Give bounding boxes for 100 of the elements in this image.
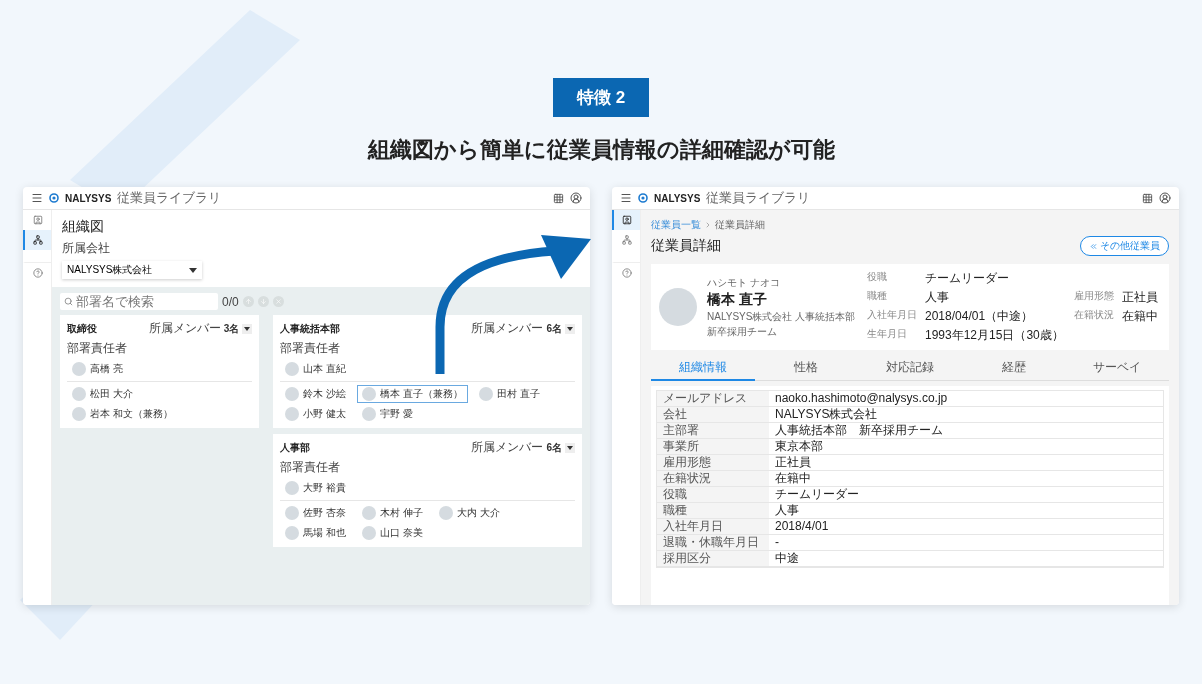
member-item[interactable]: 山口 奈美: [357, 524, 428, 542]
double-chevron-icon: [1089, 241, 1098, 251]
brand-name: NALYSYS: [65, 192, 112, 204]
row-value: 在籍中: [769, 471, 1163, 487]
field-value: 人事: [925, 289, 950, 306]
row-value: NALYSYS株式会社: [769, 407, 1163, 423]
member-item[interactable]: 鈴木 沙絵: [280, 385, 351, 403]
tab[interactable]: サーベイ: [1065, 356, 1169, 381]
member-item[interactable]: 佐野 杏奈: [280, 504, 351, 522]
field-value: 正社員: [1121, 289, 1158, 306]
member-item[interactable]: 松田 大介: [67, 385, 138, 403]
member-count: 6名: [546, 440, 562, 455]
row-label: 在籍状況: [657, 471, 769, 487]
help-icon: [622, 268, 632, 278]
expand-toggle[interactable]: [242, 323, 253, 334]
caret-icon: [567, 326, 573, 331]
member-item[interactable]: 木村 伸子: [357, 504, 428, 522]
avatar: [72, 387, 86, 401]
close-icon: [274, 298, 282, 305]
department-name: 人事部: [280, 440, 311, 455]
member-item[interactable]: 山本 直紀: [280, 360, 351, 378]
avatar: [72, 407, 86, 421]
logo-icon: [49, 193, 59, 203]
apps-grid-icon[interactable]: [1142, 192, 1153, 204]
expand-toggle[interactable]: [565, 442, 575, 453]
member-item[interactable]: 馬場 和也: [280, 524, 351, 542]
expand-toggle[interactable]: [565, 323, 575, 334]
member-item[interactable]: 宇野 愛: [357, 405, 418, 423]
row-value: 正社員: [769, 455, 1163, 471]
row-label: 雇用形態: [657, 455, 769, 471]
field-label: 在籍状況: [1073, 308, 1114, 322]
member-item[interactable]: 田村 直子: [473, 385, 545, 403]
other-employees-button[interactable]: その他従業員: [1080, 236, 1169, 256]
avatar: [362, 407, 376, 421]
employee-name: 橋本 直子: [707, 290, 768, 309]
member-item[interactable]: 橋本 直子（兼務）: [357, 385, 468, 403]
member-label: 所属メンバー: [471, 320, 544, 337]
field-value: 2018/04/01（中途）: [925, 308, 1035, 325]
row-value: 東京本部: [769, 439, 1163, 455]
arrow-down-icon: [259, 298, 267, 305]
member-item[interactable]: 大内 大介: [433, 504, 505, 522]
field-label: 雇用形態: [1073, 289, 1114, 303]
caret-icon: [567, 445, 573, 450]
user-icon[interactable]: [1159, 192, 1171, 204]
member-item[interactable]: 高橋 亮: [67, 360, 128, 378]
feature-badge: 特徴 2: [552, 78, 650, 117]
sidebar-item[interactable]: [23, 230, 51, 250]
row-label: 入社年月日: [657, 519, 769, 535]
row-label: メールアドレス: [657, 391, 769, 407]
leader-label: 部署責任者: [67, 340, 128, 357]
menu-icon[interactable]: [31, 192, 43, 204]
row-label: 役職: [657, 487, 769, 503]
field-label: 職種: [867, 289, 888, 303]
page-title: 組織図: [62, 218, 104, 236]
member-item[interactable]: 岩本 和文（兼務）: [67, 405, 178, 423]
row-value: 2018/4/01: [769, 519, 1163, 535]
department-name: 取締役: [67, 321, 97, 336]
avatar: [285, 506, 300, 520]
row-label: 職種: [657, 503, 769, 519]
field-label: 入社年月日: [867, 308, 917, 322]
row-value: 中途: [769, 551, 1163, 567]
tab[interactable]: 経歴: [961, 356, 1066, 381]
member-label: 所属メンバー: [148, 320, 221, 337]
member-count: 6名: [546, 321, 562, 336]
menu-icon[interactable]: [620, 192, 632, 204]
field-value: 在籍中: [1121, 308, 1158, 325]
team-name: 新卒採用チーム: [707, 324, 778, 339]
app-name: 従業員ライブラリ: [117, 189, 222, 207]
leader-label: 部署責任者: [280, 340, 342, 357]
search-icon: [64, 297, 73, 306]
name-kana: ハシモト ナオコ: [707, 275, 781, 290]
avatar: [362, 526, 376, 540]
user-icon[interactable]: [570, 192, 582, 204]
department-name: 人事統括本部: [280, 321, 341, 336]
company-select[interactable]: NALYSYS株式会社: [62, 261, 202, 279]
tab[interactable]: 性格: [754, 356, 859, 381]
affiliation: NALYSYS株式会社 人事統括本部: [707, 309, 857, 324]
headline: 組織図から簡単に従業員情報の詳細確認が可能: [367, 136, 835, 164]
avatar: [285, 362, 300, 376]
field-label: 所属会社: [62, 240, 110, 257]
tab[interactable]: 対応記録: [858, 356, 962, 381]
member-item[interactable]: 小野 健太: [280, 405, 351, 423]
caret-icon: [244, 326, 251, 331]
contact-card-icon: [33, 215, 43, 225]
match-count: 0/0: [222, 294, 239, 309]
search-field[interactable]: 部署名で検索: [60, 293, 218, 310]
sidebar-item[interactable]: [612, 210, 640, 230]
field-label: 役職: [867, 270, 888, 284]
avatar: [72, 362, 86, 376]
row-value: 人事統括本部 新卒採用チーム: [769, 423, 1163, 439]
member-item[interactable]: 大野 裕貴: [280, 479, 351, 497]
help-icon: [33, 268, 43, 278]
row-value: -: [769, 535, 1163, 551]
apps-grid-icon[interactable]: [553, 192, 564, 204]
avatar: [285, 526, 300, 540]
brand-name: NALYSYS: [654, 192, 701, 204]
org-chart-icon: [622, 235, 632, 245]
member-count: 3名: [223, 321, 240, 336]
tab[interactable]: 組織情報: [651, 356, 755, 381]
row-label: 退職・休職年月日: [657, 535, 769, 551]
